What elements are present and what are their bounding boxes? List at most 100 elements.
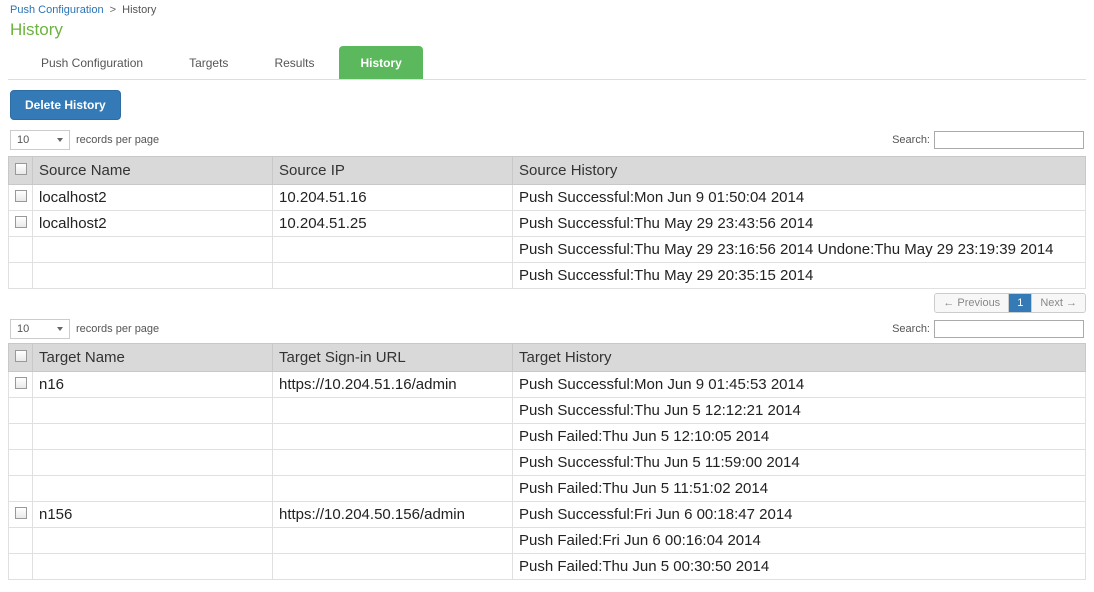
target-url-cell: [273, 554, 513, 580]
source-select-all-cell: [9, 157, 33, 185]
row-checkbox-cell: [9, 450, 33, 476]
target-select-all-cell: [9, 344, 33, 372]
source-page-length-select[interactable]: 10: [10, 130, 70, 150]
source-search-input[interactable]: [934, 131, 1084, 149]
source-name-cell: [33, 263, 273, 289]
chevron-down-icon: [57, 327, 63, 331]
row-checkbox-cell: [9, 528, 33, 554]
table-row: Push Failed:Thu Jun 5 12:10:05 2014: [9, 424, 1086, 450]
source-history-cell: Push Successful:Mon Jun 9 01:50:04 2014: [513, 185, 1086, 211]
target-name-cell: [33, 554, 273, 580]
source-records-label: records per page: [76, 134, 159, 146]
page-title: History: [10, 20, 1086, 40]
delete-history-button[interactable]: Delete History: [10, 90, 121, 120]
target-search-input[interactable]: [934, 320, 1084, 338]
target-name-cell: [33, 398, 273, 424]
row-checkbox[interactable]: [15, 216, 27, 228]
target-url-cell: [273, 398, 513, 424]
table-row: n16https://10.204.51.16/adminPush Succes…: [9, 372, 1086, 398]
table-row: Push Successful:Thu Jun 5 11:59:00 2014: [9, 450, 1086, 476]
target-select-all-checkbox[interactable]: [15, 350, 27, 362]
target-history-cell: Push Successful:Mon Jun 9 01:45:53 2014: [513, 372, 1086, 398]
target-history-cell: Push Successful:Fri Jun 6 00:18:47 2014: [513, 502, 1086, 528]
source-name-cell: [33, 237, 273, 263]
row-checkbox-cell: [9, 211, 33, 237]
table-row: Push Successful:Thu May 29 23:16:56 2014…: [9, 237, 1086, 263]
source-table-header-row: Source Name Source IP Source History: [9, 157, 1086, 185]
row-checkbox[interactable]: [15, 507, 27, 519]
target-url-cell: https://10.204.50.156/admin: [273, 502, 513, 528]
source-pager: ← Previous 1 Next →: [934, 293, 1086, 313]
breadcrumb-root-link[interactable]: Push Configuration: [10, 4, 104, 16]
source-name-cell: localhost2: [33, 185, 273, 211]
target-name-cell: n156: [33, 502, 273, 528]
target-table: Target Name Target Sign-in URL Target Hi…: [8, 343, 1086, 580]
source-name-cell: localhost2: [33, 211, 273, 237]
source-next-button[interactable]: Next →: [1032, 294, 1085, 312]
table-row: localhost210.204.51.16Push Successful:Mo…: [9, 185, 1086, 211]
target-history-cell: Push Failed:Fri Jun 6 00:16:04 2014: [513, 528, 1086, 554]
row-checkbox-cell: [9, 554, 33, 580]
source-header-ip[interactable]: Source IP: [273, 157, 513, 185]
target-url-cell: [273, 476, 513, 502]
toolbar: Delete History: [8, 80, 1086, 128]
source-history-cell: Push Successful:Thu May 29 20:35:15 2014: [513, 263, 1086, 289]
breadcrumb-current: History: [122, 4, 156, 16]
tab-push-configuration[interactable]: Push Configuration: [20, 46, 164, 79]
target-header-history[interactable]: Target History: [513, 344, 1086, 372]
tab-results[interactable]: Results: [253, 46, 335, 79]
target-history-cell: Push Failed:Thu Jun 5 00:30:50 2014: [513, 554, 1086, 580]
table-row: localhost210.204.51.25Push Successful:Th…: [9, 211, 1086, 237]
target-table-header-row: Target Name Target Sign-in URL Target Hi…: [9, 344, 1086, 372]
target-header-name[interactable]: Target Name: [33, 344, 273, 372]
source-header-history[interactable]: Source History: [513, 157, 1086, 185]
target-url-cell: https://10.204.51.16/admin: [273, 372, 513, 398]
target-url-cell: [273, 450, 513, 476]
target-name-cell: [33, 528, 273, 554]
table-row: Push Failed:Fri Jun 6 00:16:04 2014: [9, 528, 1086, 554]
target-name-cell: [33, 476, 273, 502]
source-ip-cell: 10.204.51.25: [273, 211, 513, 237]
target-search-label: Search:: [892, 323, 930, 335]
tab-targets[interactable]: Targets: [168, 46, 249, 79]
target-history-cell: Push Failed:Thu Jun 5 11:51:02 2014: [513, 476, 1086, 502]
row-checkbox[interactable]: [15, 377, 27, 389]
target-name-cell: n16: [33, 372, 273, 398]
target-table-controls: 10 records per page Search:: [8, 313, 1086, 343]
row-checkbox-cell: [9, 424, 33, 450]
row-checkbox-cell: [9, 372, 33, 398]
tab-history[interactable]: History: [339, 46, 422, 79]
table-row: Push Failed:Thu Jun 5 00:30:50 2014: [9, 554, 1086, 580]
source-history-cell: Push Successful:Thu May 29 23:16:56 2014…: [513, 237, 1086, 263]
target-page-length-select[interactable]: 10: [10, 319, 70, 339]
row-checkbox-cell: [9, 476, 33, 502]
target-name-cell: [33, 424, 273, 450]
target-page-length-value: 10: [17, 323, 29, 335]
table-row: n156https://10.204.50.156/adminPush Succ…: [9, 502, 1086, 528]
source-history-cell: Push Successful:Thu May 29 23:43:56 2014: [513, 211, 1086, 237]
source-select-all-checkbox[interactable]: [15, 163, 27, 175]
target-records-label: records per page: [76, 323, 159, 335]
row-checkbox[interactable]: [15, 190, 27, 202]
source-pagination-row: ← Previous 1 Next →: [8, 289, 1086, 313]
tabs: Push Configuration Targets Results Histo…: [8, 46, 1086, 80]
source-ip-cell: 10.204.51.16: [273, 185, 513, 211]
source-page-length-value: 10: [17, 134, 29, 146]
source-ip-cell: [273, 263, 513, 289]
source-page-1[interactable]: 1: [1009, 294, 1032, 312]
target-url-cell: [273, 528, 513, 554]
source-ip-cell: [273, 237, 513, 263]
target-header-url[interactable]: Target Sign-in URL: [273, 344, 513, 372]
row-checkbox-cell: [9, 263, 33, 289]
row-checkbox-cell: [9, 237, 33, 263]
row-checkbox-cell: [9, 185, 33, 211]
target-name-cell: [33, 450, 273, 476]
row-checkbox-cell: [9, 502, 33, 528]
breadcrumb-sep: >: [110, 4, 116, 16]
table-row: Push Failed:Thu Jun 5 11:51:02 2014: [9, 476, 1086, 502]
target-url-cell: [273, 424, 513, 450]
source-search-label: Search:: [892, 134, 930, 146]
source-prev-button[interactable]: ← Previous: [935, 294, 1009, 312]
source-header-name[interactable]: Source Name: [33, 157, 273, 185]
target-history-cell: Push Successful:Thu Jun 5 11:59:00 2014: [513, 450, 1086, 476]
